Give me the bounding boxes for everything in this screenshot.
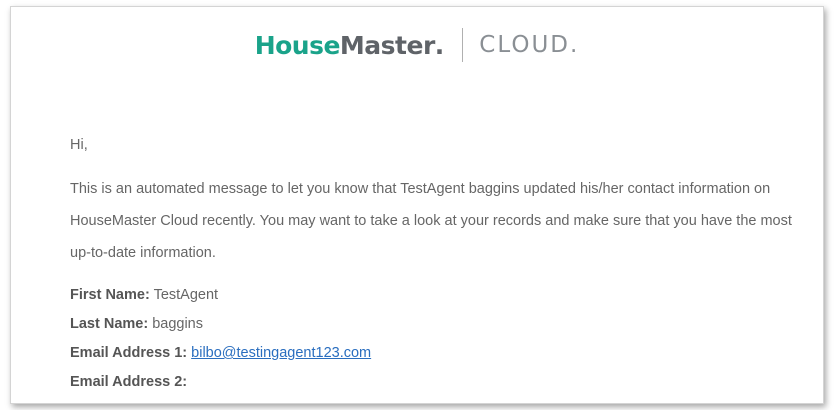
housemaster-cloud-logo: House Master . CLOUD.: [255, 28, 580, 62]
field-email-2: Email Address 2:: [70, 368, 810, 397]
logo-cloud-text: CLOUD.: [479, 32, 580, 58]
email-body: Hi, This is an automated message to let …: [70, 135, 810, 397]
field-email-1: Email Address 1: bilbo@testingagent123.c…: [70, 339, 810, 368]
email-message: This is an automated message to let you …: [70, 181, 792, 261]
field-value: TestAgent: [153, 287, 219, 303]
field-first-name: First Name: TestAgent: [70, 281, 810, 310]
field-value: baggins: [152, 316, 203, 332]
email-greeting: Hi,: [70, 137, 88, 153]
email-window: House Master . CLOUD. Hi, This is an aut…: [10, 6, 824, 404]
field-label: First Name:: [70, 287, 150, 303]
logo-master-text: Master: [339, 30, 435, 60]
logo-divider: [462, 28, 464, 62]
field-label: Email Address 2:: [70, 374, 188, 390]
logo-dot-text: .: [434, 30, 445, 60]
email-link[interactable]: bilbo@testingagent123.com: [191, 345, 371, 361]
email-header: House Master . CLOUD.: [11, 15, 823, 75]
logo-house-text: House: [254, 30, 341, 60]
field-last-name: Last Name: baggins: [70, 310, 810, 339]
field-label: Last Name:: [70, 316, 149, 332]
contact-fields: First Name: TestAgent Last Name: baggins…: [70, 281, 810, 397]
field-label: Email Address 1:: [70, 345, 188, 361]
